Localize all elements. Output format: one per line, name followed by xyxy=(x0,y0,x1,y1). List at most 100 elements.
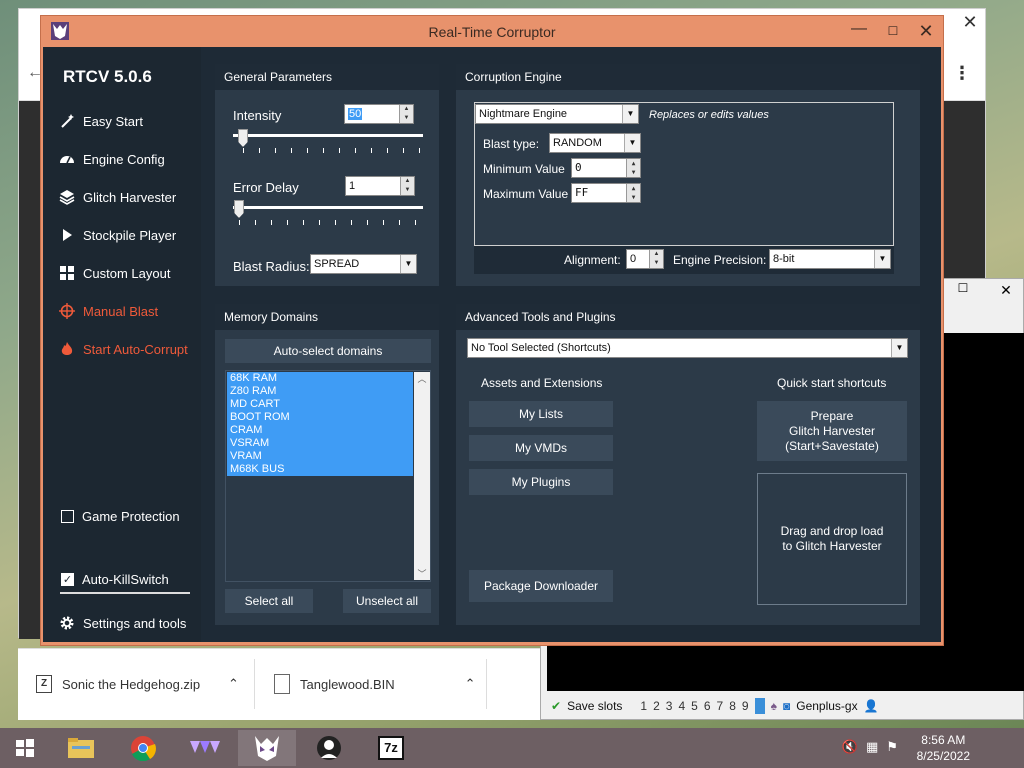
maximize-icon[interactable]: ☐ xyxy=(951,281,975,299)
error-delay-input[interactable]: 1 ▲ ▼ xyxy=(345,176,415,196)
error-delay-slider-track[interactable] xyxy=(233,206,423,209)
sidebar-item-manual-blast[interactable]: Manual Blast xyxy=(59,303,158,319)
sidebar-item-custom-layout[interactable]: Custom Layout xyxy=(59,265,170,281)
error-delay-slider-thumb[interactable] xyxy=(234,200,244,218)
user-icon: 👤 xyxy=(863,699,879,713)
auto-killswitch-checkbox[interactable]: ✓ xyxy=(61,573,74,586)
select-all-button[interactable]: Select all xyxy=(225,589,313,613)
engine-select[interactable]: Nightmare Engine ▼ xyxy=(475,104,639,124)
scroll-down-icon[interactable]: ﹀ xyxy=(414,567,430,580)
download-item[interactable]: Z Sonic the Hedgehog.zip ⌃ xyxy=(36,661,239,707)
game-protection-checkbox[interactable] xyxy=(61,510,74,523)
blast-radius-select[interactable]: SPREAD ▼ xyxy=(310,254,417,274)
memory-domain-item[interactable]: VSRAM xyxy=(230,437,269,449)
save-slot[interactable]: 5 xyxy=(691,699,698,713)
tool-value: No Tool Selected (Shortcuts) xyxy=(471,342,611,354)
flag-icon[interactable]: ⚑ xyxy=(886,739,898,755)
scroll-up-icon[interactable]: ︿ xyxy=(414,372,430,385)
auto-select-domains-button[interactable]: Auto-select domains xyxy=(225,339,431,363)
maximize-icon[interactable]: ☐ xyxy=(879,20,907,42)
sidebar-item-engine-config[interactable]: Engine Config xyxy=(59,151,165,167)
sidebar-item-stockpile-player[interactable]: Stockpile Player xyxy=(59,227,176,243)
button-label: Prepare xyxy=(810,408,854,423)
stepper-icon[interactable]: ▲ ▼ xyxy=(626,184,640,202)
close-icon[interactable]: ✕ xyxy=(991,279,1021,301)
genplus-logo-icon: ◙ xyxy=(782,699,791,713)
maximum-value: FF xyxy=(575,186,589,199)
app-agent-icon[interactable] xyxy=(300,730,358,766)
kebab-menu-icon[interactable]: ⋮ xyxy=(953,63,971,84)
app-triangle-icon[interactable] xyxy=(176,730,234,766)
memory-domains-panel: Memory Domains Auto-select domains 68K R… xyxy=(215,304,439,625)
download-item[interactable]: Tanglewood.BIN ⌃ xyxy=(274,661,476,707)
file-explorer-icon[interactable] xyxy=(52,730,110,766)
maximum-value-input[interactable]: FF ▲ ▼ xyxy=(571,183,641,203)
auto-killswitch-toggle[interactable]: ✓ Auto-KillSwitch xyxy=(61,572,169,587)
play-icon xyxy=(59,227,75,243)
scrollbar[interactable]: ︿ ﹀ xyxy=(414,372,430,580)
layers-icon xyxy=(59,189,75,205)
stepper-icon[interactable]: ▲ ▼ xyxy=(400,177,414,195)
my-plugins-button[interactable]: My Plugins xyxy=(469,469,613,495)
save-slot[interactable]: 4 xyxy=(678,699,685,713)
settings-and-tools-button[interactable]: Settings and tools xyxy=(59,615,186,631)
stepper-icon[interactable]: ▲ ▼ xyxy=(626,159,640,177)
unselect-all-button[interactable]: Unselect all xyxy=(343,589,431,613)
save-slot[interactable]: 2 xyxy=(653,699,660,713)
chevron-up-icon[interactable]: ⌃ xyxy=(228,676,239,692)
memory-domain-item[interactable]: CRAM xyxy=(230,424,262,436)
browser-close-icon[interactable]: ✕ xyxy=(957,11,983,35)
clock-date: 8/25/2022 xyxy=(916,749,970,763)
memory-domain-item[interactable]: VRAM xyxy=(230,450,262,462)
save-slot[interactable]: 9 xyxy=(742,699,749,713)
my-vmds-button[interactable]: My VMDs xyxy=(469,435,613,461)
stepper-icon[interactable]: ▲ ▼ xyxy=(649,250,663,268)
rtc-taskbar-icon[interactable] xyxy=(238,730,296,766)
clock-time: 8:56 AM xyxy=(921,733,966,747)
divider xyxy=(486,659,487,709)
memory-domain-item[interactable]: MD CART xyxy=(230,398,280,410)
memory-domain-item[interactable]: Z80 RAM xyxy=(230,385,276,397)
game-protection-toggle[interactable]: Game Protection xyxy=(61,509,180,524)
alignment-input[interactable]: 0 ▲ ▼ xyxy=(626,249,664,269)
memory-domain-item[interactable]: 68K RAM xyxy=(230,372,277,384)
package-downloader-button[interactable]: Package Downloader xyxy=(469,570,613,602)
chrome-icon[interactable] xyxy=(114,730,172,766)
volume-muted-icon[interactable]: 🔇 xyxy=(842,739,858,755)
drag-drop-zone[interactable]: Drag and drop load to Glitch Harvester xyxy=(757,473,907,605)
minimize-icon[interactable]: — xyxy=(845,20,873,42)
sidebar-item-start-auto-corrupt[interactable]: Start Auto-Corrupt xyxy=(59,341,188,357)
sidebar-item-label: Start Auto-Corrupt xyxy=(83,341,188,357)
save-slot[interactable]: 1 xyxy=(640,699,647,713)
intensity-slider-ticks xyxy=(243,148,420,154)
my-lists-button[interactable]: My Lists xyxy=(469,401,613,427)
memory-domain-item[interactable]: M68K BUS xyxy=(230,463,284,475)
tool-select[interactable]: No Tool Selected (Shortcuts) ▼ xyxy=(467,338,908,358)
intensity-slider-thumb[interactable] xyxy=(238,129,248,147)
intensity-slider-track[interactable] xyxy=(233,134,423,137)
engine-precision-select[interactable]: 8-bit ▼ xyxy=(769,249,891,269)
minimum-value: 0 xyxy=(575,161,582,174)
memory-domain-item[interactable]: BOOT ROM xyxy=(230,411,290,423)
save-slot[interactable]: 6 xyxy=(704,699,711,713)
memory-domains-list[interactable]: 68K RAM Z80 RAM MD CART BOOT ROM CRAM VS… xyxy=(225,370,431,582)
sidebar-item-glitch-harvester[interactable]: Glitch Harvester xyxy=(59,189,176,205)
intensity-input[interactable]: 50 ▲ ▼ xyxy=(344,104,414,124)
window-title: Real-Time Corruptor xyxy=(428,24,556,40)
taskbar-clock[interactable]: 8:56 AM 8/25/2022 xyxy=(917,732,970,764)
7zip-icon[interactable]: 7z xyxy=(362,730,420,766)
settings-label: Settings and tools xyxy=(83,615,187,631)
sidebar-item-easy-start[interactable]: Easy Start xyxy=(59,113,143,129)
chevron-up-icon[interactable]: ⌃ xyxy=(465,676,476,692)
save-slot[interactable]: 3 xyxy=(666,699,673,713)
blast-type-label: Blast type: xyxy=(483,137,540,151)
stepper-icon[interactable]: ▲ ▼ xyxy=(399,105,413,123)
close-icon[interactable]: ✕ xyxy=(909,18,943,44)
blast-type-select[interactable]: RANDOM ▼ xyxy=(549,133,641,153)
save-slot[interactable]: 7 xyxy=(717,699,724,713)
network-icon[interactable]: ▦ xyxy=(866,739,878,755)
prepare-glitch-harvester-button[interactable]: Prepare Glitch Harvester (Start+Savestat… xyxy=(757,401,907,461)
save-slot[interactable]: 8 xyxy=(729,699,736,713)
windows-start-icon[interactable] xyxy=(0,730,50,766)
minimum-value-input[interactable]: 0 ▲ ▼ xyxy=(571,158,641,178)
